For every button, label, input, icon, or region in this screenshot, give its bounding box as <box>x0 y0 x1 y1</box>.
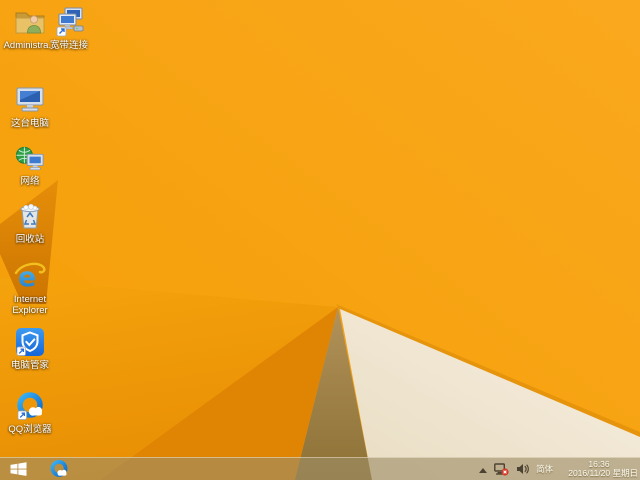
system-tray: 简体 16:36 2016/11/20 星期日 <box>478 458 638 480</box>
desktop: Administra... 宽带连接 这台电脑 网络 回收站 e Interne… <box>0 0 640 480</box>
desktop-icon-qq-browser[interactable]: QQ浏览器 <box>2 390 58 436</box>
taskbar-item-qq-browser[interactable] <box>44 458 74 480</box>
network-icon <box>15 146 44 171</box>
user-folder-icon <box>15 12 45 34</box>
desktop-icon-label: Internet Explorer <box>12 294 48 316</box>
this-pc-icon <box>16 87 44 112</box>
desktop-icon-this-pc[interactable]: 这台电脑 <box>2 84 58 130</box>
broadband-connection-icon <box>56 7 84 37</box>
tray-date: 2016/11/20 星期日 <box>568 468 638 478</box>
desktop-icon-pc-manager[interactable]: 电脑管家 <box>2 326 58 372</box>
desktop-icon-broadband[interactable]: 宽带连接 <box>44 6 94 52</box>
internet-explorer-icon: e <box>14 262 46 292</box>
start-button[interactable] <box>0 458 36 480</box>
speaker-icon[interactable] <box>516 463 529 475</box>
desktop-icon-label: QQ浏览器 <box>8 424 52 435</box>
input-method-indicator[interactable]: 简体 <box>536 463 553 475</box>
desktop-icon-label: 这台电脑 <box>10 118 49 129</box>
desktop-icon-recycle-bin[interactable]: 回收站 <box>2 200 58 246</box>
qq-browser-icon <box>50 459 68 477</box>
desktop-icon-label: 网络 <box>20 176 40 187</box>
desktop-icon-label: 回收站 <box>15 234 45 245</box>
desktop-icon-network[interactable]: 网络 <box>2 144 58 188</box>
show-hidden-icons-arrow[interactable] <box>478 467 487 473</box>
wallpaper-image <box>0 0 640 480</box>
pc-manager-shield-icon <box>16 328 44 356</box>
recycle-bin-icon <box>20 203 40 229</box>
desktop-icon-label: 宽带连接 <box>49 40 88 51</box>
network-disconnected-icon[interactable] <box>494 462 509 476</box>
tray-clock[interactable]: 16:36 2016/11/20 星期日 <box>560 459 638 479</box>
desktop-icon-internet-explorer[interactable]: e Internet Explorer <box>2 260 58 316</box>
qq-browser-icon <box>17 392 43 420</box>
windows-start-icon <box>10 462 26 476</box>
desktop-icon-label: 电脑管家 <box>10 360 49 371</box>
taskbar: 简体 16:36 2016/11/20 星期日 <box>0 457 640 480</box>
